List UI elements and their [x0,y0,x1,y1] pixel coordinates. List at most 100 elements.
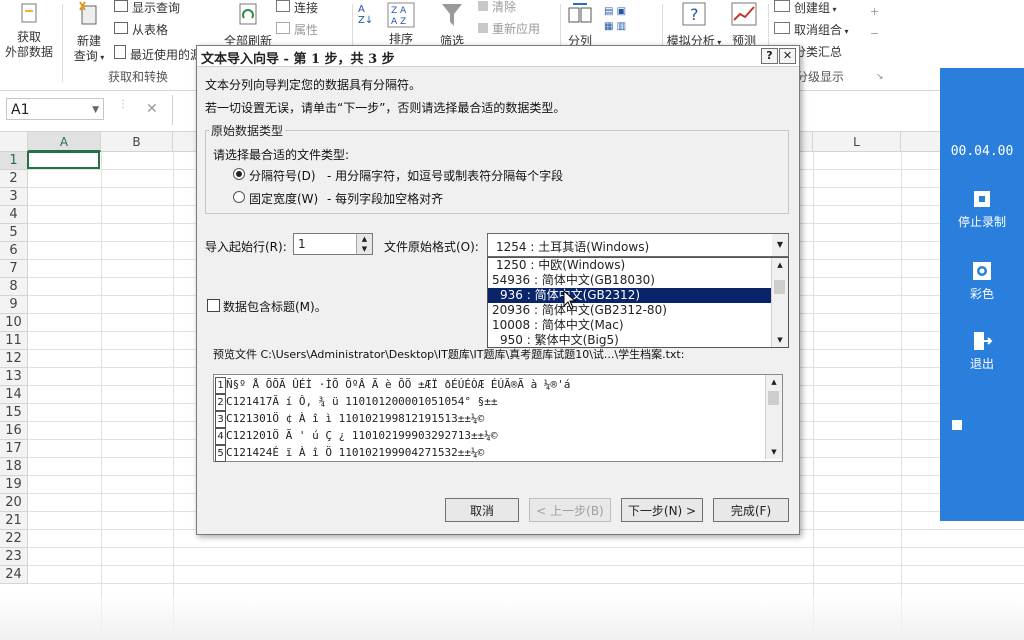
preview-row-number: 2 [215,394,226,411]
text-to-columns-button[interactable]: 分列 [562,2,598,49]
radio-fixed-width[interactable] [233,191,245,203]
encoding-option[interactable]: 1250 : 中欧(Windows) [488,258,774,273]
scroll-thumb[interactable] [768,391,779,405]
row-header[interactable]: 17 [0,440,28,458]
file-origin-select[interactable]: 1254 : 土耳其语(Windows) ▼ [487,233,789,257]
recent-sources-button[interactable]: 最近使用的源 [114,45,202,63]
get-external-data-button[interactable]: 获取 外部数据 [2,2,56,60]
forecast-button[interactable]: 预测 [724,0,764,49]
column-header-l[interactable]: L [813,132,901,152]
row-header[interactable]: 21 [0,512,28,530]
stop-recording-button[interactable]: 停止录制 [940,188,1024,230]
close-button[interactable]: ✕ [779,48,796,64]
reapply-button[interactable]: 重新应用 [478,22,540,37]
encoding-option[interactable]: 10008 : 简体中文(Mac) [488,318,774,333]
cancel-button[interactable]: 取消 [445,498,519,522]
row-header[interactable]: 14 [0,386,28,404]
what-if-icon: ? [682,2,706,26]
subtotal-button[interactable]: 分类汇总 [794,45,842,60]
label: 重新应用 [492,22,541,36]
row-header[interactable]: 3 [0,188,28,206]
encoding-option[interactable]: 54936 : 简体中文(GB18030) [488,273,774,288]
delimited-label[interactable]: 分隔符号(D) [249,167,316,184]
row-header[interactable]: 11 [0,332,28,350]
row-header[interactable]: 5 [0,224,28,242]
row-header[interactable]: 19 [0,476,28,494]
row-header[interactable]: 23 [0,548,28,566]
select-all-corner[interactable] [0,132,28,152]
active-cell-a1[interactable] [27,151,100,169]
recording-timer: 00.04.00 [950,144,1014,159]
row-header[interactable]: 9 [0,296,28,314]
headers-label[interactable]: 数据包含标题(M)。 [223,298,327,315]
row-header[interactable]: 24 [0,566,28,584]
show-detail-icon[interactable]: + [870,4,879,19]
headers-checkbox[interactable] [207,299,220,312]
start-row-stepper[interactable]: 1 ▲ ▼ [293,233,373,255]
row-header[interactable]: 16 [0,422,28,440]
back-button[interactable]: < 上一步(B) [529,498,611,522]
new-query-button[interactable]: 新建 查询 ▾ [64,0,114,65]
properties-button[interactable]: 属性 [276,22,318,38]
what-if-button[interactable]: ? 模拟分析 ▾ [666,0,722,50]
fixed-width-label[interactable]: 固定宽度(W) [249,190,318,207]
refresh-all-button[interactable]: 全部刷新 [222,0,274,49]
row-header[interactable]: 18 [0,458,28,476]
filter-button[interactable]: 筛选 [432,0,472,49]
sort-az-icon[interactable]: A Z↓ [358,4,373,26]
hide-detail-icon[interactable]: − [870,26,879,41]
encoding-option[interactable]: 20936 : 简体中文(GB2312-80) [488,303,774,318]
start-row-value[interactable]: 1 [298,237,306,251]
row-header[interactable]: 13 [0,368,28,386]
row-header[interactable]: 15 [0,404,28,422]
data-tools-small-icons[interactable]: ▤ ▣ ▦ ▥ [604,4,626,34]
scroll-down-icon[interactable]: ▼ [772,333,788,347]
file-preview[interactable]: 1 2 3 4 5 Ñ§º Å ÕÕÃ ÛÉÌ ·ÌÕ ÕºÂ Ã è ÕÕ ±… [213,374,783,462]
help-button[interactable]: ? [761,48,778,64]
row-header[interactable]: 20 [0,494,28,512]
radio-delimited[interactable] [233,168,245,180]
row-header[interactable]: 4 [0,206,28,224]
file-origin-dropdown-list[interactable]: 1250 : 中欧(Windows) 54936 : 简体中文(GB18030)… [487,257,789,348]
color-button[interactable]: 彩色 [940,260,1024,302]
ungroup-button[interactable]: 取消组合 ▾ [774,22,849,39]
table-icon [114,0,128,12]
scroll-thumb[interactable] [774,280,785,294]
scroll-up-icon[interactable]: ▲ [766,375,782,389]
row-header[interactable]: 1 [0,152,28,170]
label: 最近使用的源 [130,48,203,62]
column-header-a[interactable]: A [28,132,101,152]
connections-button[interactable]: 连接 [276,0,318,16]
sort-button[interactable]: Z AA Z 排序 [384,2,418,47]
row-header[interactable]: 6 [0,242,28,260]
row-header[interactable]: 8 [0,278,28,296]
next-button[interactable]: 下一步(N) > [621,498,703,522]
preview-vertical-scrollbar[interactable]: ▲ ▼ [765,375,782,459]
gridline [813,152,814,640]
from-table-button[interactable]: 从表格 [114,22,168,38]
screen-recorder-panel: 00.04.00 停止录制 彩色 退出 [940,68,1024,521]
scroll-up-icon[interactable]: ▲ [772,258,788,272]
group-button[interactable]: 创建组 ▾ [774,0,837,17]
dialog-launcher-icon[interactable]: ↘ [876,70,884,85]
chevron-down-icon[interactable]: ▼ [92,99,99,121]
encoding-option-selected[interactable]: 936 : 简体中文(GB2312) [488,288,774,303]
dropdown-scrollbar[interactable]: ▲ ▼ [771,258,788,347]
row-header[interactable]: 2 [0,170,28,188]
clear-button[interactable]: 清除 [478,0,516,15]
chevron-down-icon[interactable]: ▼ [772,234,788,256]
column-header-b[interactable]: B [101,132,173,152]
spin-down-icon[interactable]: ▼ [356,244,372,254]
scroll-down-icon[interactable]: ▼ [766,445,782,459]
name-box[interactable]: A1 ▼ [6,98,104,120]
finish-button[interactable]: 完成(F) [713,498,789,522]
cancel-icon[interactable]: ✕ [146,101,158,117]
row-header[interactable]: 22 [0,530,28,548]
exit-button[interactable]: 退出 [940,330,1024,372]
row-header[interactable]: 12 [0,350,28,368]
row-header[interactable]: 10 [0,314,28,332]
row-header[interactable]: 7 [0,260,28,278]
show-query-button[interactable]: 显示查询 [114,0,180,16]
pin-icon[interactable] [952,420,962,430]
preview-row-number: 5 [215,445,226,462]
